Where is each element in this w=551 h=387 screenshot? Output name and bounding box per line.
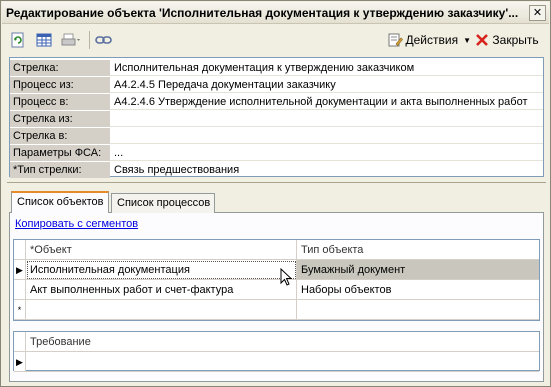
table-cell-object-type[interactable]: Наборы объектов	[297, 280, 539, 300]
requirements-table: Требование ▶	[13, 331, 540, 372]
actions-menu-button[interactable]: Действия ▼	[387, 29, 471, 51]
panel-splitter[interactable]	[7, 182, 546, 185]
actions-label: Действия	[405, 33, 459, 47]
tab-objects-list[interactable]: Список объектов	[11, 191, 109, 213]
property-label: Стрелка:	[10, 60, 110, 76]
property-row-arrow: Стрелка: Исполнительная документация к у…	[10, 60, 543, 76]
property-label: Параметры ФСА:	[10, 145, 110, 161]
title-bar[interactable]: Редактирование объекта 'Исполнительная д…	[2, 2, 549, 24]
table-cell-object-type[interactable]	[297, 300, 539, 320]
print-icon	[61, 33, 80, 46]
column-header-object-type[interactable]: Тип объекта	[297, 240, 539, 260]
toolbar-separator	[89, 31, 90, 49]
window-title: Редактирование объекта 'Исполнительная д…	[6, 6, 519, 20]
property-value-field[interactable]: Исполнительная документация к утверждени…	[111, 60, 543, 76]
chevron-down-icon: ▼	[463, 35, 471, 45]
close-button[interactable]: Закрыть	[473, 29, 541, 51]
property-label: Стрелка в:	[10, 128, 110, 144]
table-cell-object[interactable]	[26, 300, 297, 320]
property-row-fsa-params: Параметры ФСА: ...	[10, 145, 543, 161]
close-label: Закрыть	[492, 33, 539, 47]
property-value-field[interactable]: А4.2.4.5 Передача документации заказчику	[111, 77, 543, 93]
row-indicator[interactable]: ▶	[14, 352, 26, 372]
close-icon	[476, 34, 489, 46]
toolbar: Действия ▼ Закрыть	[3, 27, 548, 53]
new-row-indicator[interactable]: *	[14, 300, 26, 320]
mouse-cursor-icon	[280, 268, 293, 286]
tab-processes-list[interactable]: Список процессов	[111, 193, 215, 213]
table-cell-object-type[interactable]: Бумажный документ	[297, 260, 539, 280]
link-icon	[95, 36, 112, 44]
objects-table: *Объект Тип объекта ▶ Исполнительная док…	[13, 239, 540, 321]
actions-icon	[388, 33, 403, 47]
edit-object-window: Редактирование объекта 'Исполнительная д…	[0, 0, 551, 387]
property-value-field[interactable]: А4.2.4.6 Утверждение исполнительной доку…	[111, 94, 543, 110]
column-header-requirement[interactable]: Требование	[26, 332, 539, 352]
property-row-arrow-from: Стрелка из:	[10, 111, 543, 127]
properties-panel: Стрелка: Исполнительная документация к у…	[9, 57, 544, 178]
property-row-arrow-type: *Тип стрелки: Связь предшествования	[10, 162, 543, 178]
property-label: Процесс в:	[10, 94, 110, 110]
property-row-process-to: Процесс в: А4.2.4.6 Утверждение исполнит…	[10, 94, 543, 110]
table-corner	[14, 332, 26, 352]
row-indicator[interactable]	[14, 280, 26, 300]
table-view-button[interactable]	[33, 29, 55, 51]
property-label: Процесс из:	[10, 77, 110, 93]
property-label: *Тип стрелки:	[10, 162, 110, 178]
copy-from-segments-link[interactable]: Копировать с сегментов	[15, 218, 138, 230]
column-header-object[interactable]: *Объект	[26, 240, 297, 260]
property-value-field[interactable]: Связь предшествования	[111, 162, 543, 178]
refresh-icon	[11, 32, 24, 48]
property-row-process-from: Процесс из: А4.2.4.5 Передача документац…	[10, 77, 543, 93]
link-button[interactable]	[93, 29, 115, 51]
print-button[interactable]	[59, 29, 85, 51]
table-cell-requirement[interactable]	[26, 352, 539, 372]
property-row-arrow-to: Стрелка в:	[10, 128, 543, 144]
table-cell-object[interactable]: Исполнительная документация	[26, 260, 297, 280]
property-value-field[interactable]: ...	[111, 145, 543, 161]
property-label: Стрелка из:	[10, 111, 110, 127]
window-close-button[interactable]: ✕	[529, 5, 546, 21]
refresh-button[interactable]	[7, 29, 29, 51]
table-corner	[14, 240, 26, 260]
row-indicator[interactable]: ▶	[14, 260, 26, 280]
property-value-field[interactable]	[111, 128, 543, 144]
grid-view-icon	[36, 33, 52, 47]
property-value-field[interactable]	[111, 111, 543, 127]
table-cell-object[interactable]: Акт выполненных работ и счет-фактура	[26, 280, 297, 300]
